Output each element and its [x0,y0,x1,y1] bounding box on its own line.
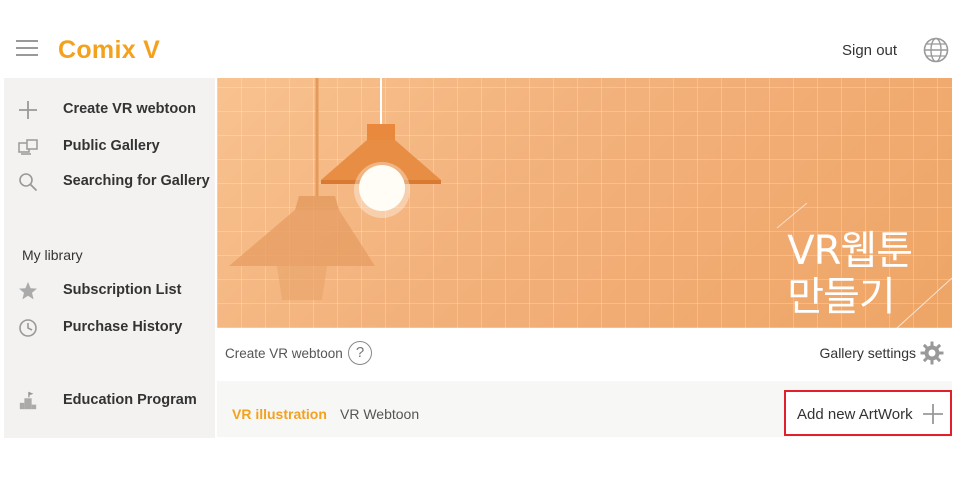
globe-icon[interactable] [923,37,949,63]
clock-icon [19,319,37,337]
my-library-heading: My library [22,247,83,263]
sidebar-item-subscription-list[interactable]: Subscription List [4,277,215,305]
banner-title-line1: VR웹툰 [787,228,913,274]
sidebar-item-create-vr-webtoon[interactable]: Create VR webtoon [4,96,215,124]
sidebar-item-label: Education Program [63,392,197,408]
sign-out-link[interactable]: Sign out [842,42,897,59]
create-vr-webtoon-label: Create VR webtoon [225,346,343,361]
sidebar-item-label: Create VR webtoon [63,101,196,117]
plus-icon [19,101,37,119]
artwork-tabs-bar: VR illustration VR Webtoon Add new ArtWo… [217,381,952,437]
search-icon [19,173,38,192]
sidebar-item-label: Purchase History [63,319,183,335]
help-icon[interactable]: ? [348,341,372,365]
banner-title-line2: 만들기 [787,274,895,320]
gear-icon[interactable] [920,341,944,365]
top-bar: Comix V Sign out [0,0,956,76]
star-icon [19,282,37,300]
gallery-settings-link[interactable]: Gallery settings [820,345,916,361]
sidebar-item-searching-for-gallery[interactable]: Searching for Gallery [4,168,215,196]
banner-title: VR웹툰 만들기 [787,228,913,320]
sidebar-item-label: Subscription List [63,282,182,298]
tab-vr-webtoon[interactable]: VR Webtoon [340,406,419,422]
sidebar: Create VR webtoon Public Gallery Searchi… [4,78,215,438]
sidebar-item-public-gallery[interactable]: Public Gallery [4,133,215,161]
sidebar-item-education-program[interactable]: Education Program [4,387,215,415]
add-new-artwork-button[interactable]: Add new ArtWork [784,390,952,436]
hero-banner: VR웹툰 만들기 [217,78,952,328]
app-logo[interactable]: Comix V [58,36,160,65]
gallery-icon [18,139,38,155]
hamburger-menu-icon[interactable] [16,40,38,56]
podium-icon [19,391,37,410]
gallery-info-bar: Create VR webtoon ? Gallery settings [217,330,952,376]
add-new-artwork-label: Add new ArtWork [797,406,913,423]
sidebar-item-purchase-history[interactable]: Purchase History [4,314,215,342]
plus-icon [923,404,943,424]
tab-vr-illustration[interactable]: VR illustration [232,406,327,422]
sidebar-item-label: Public Gallery [63,138,160,154]
sidebar-item-label: Searching for Gallery [63,173,210,189]
